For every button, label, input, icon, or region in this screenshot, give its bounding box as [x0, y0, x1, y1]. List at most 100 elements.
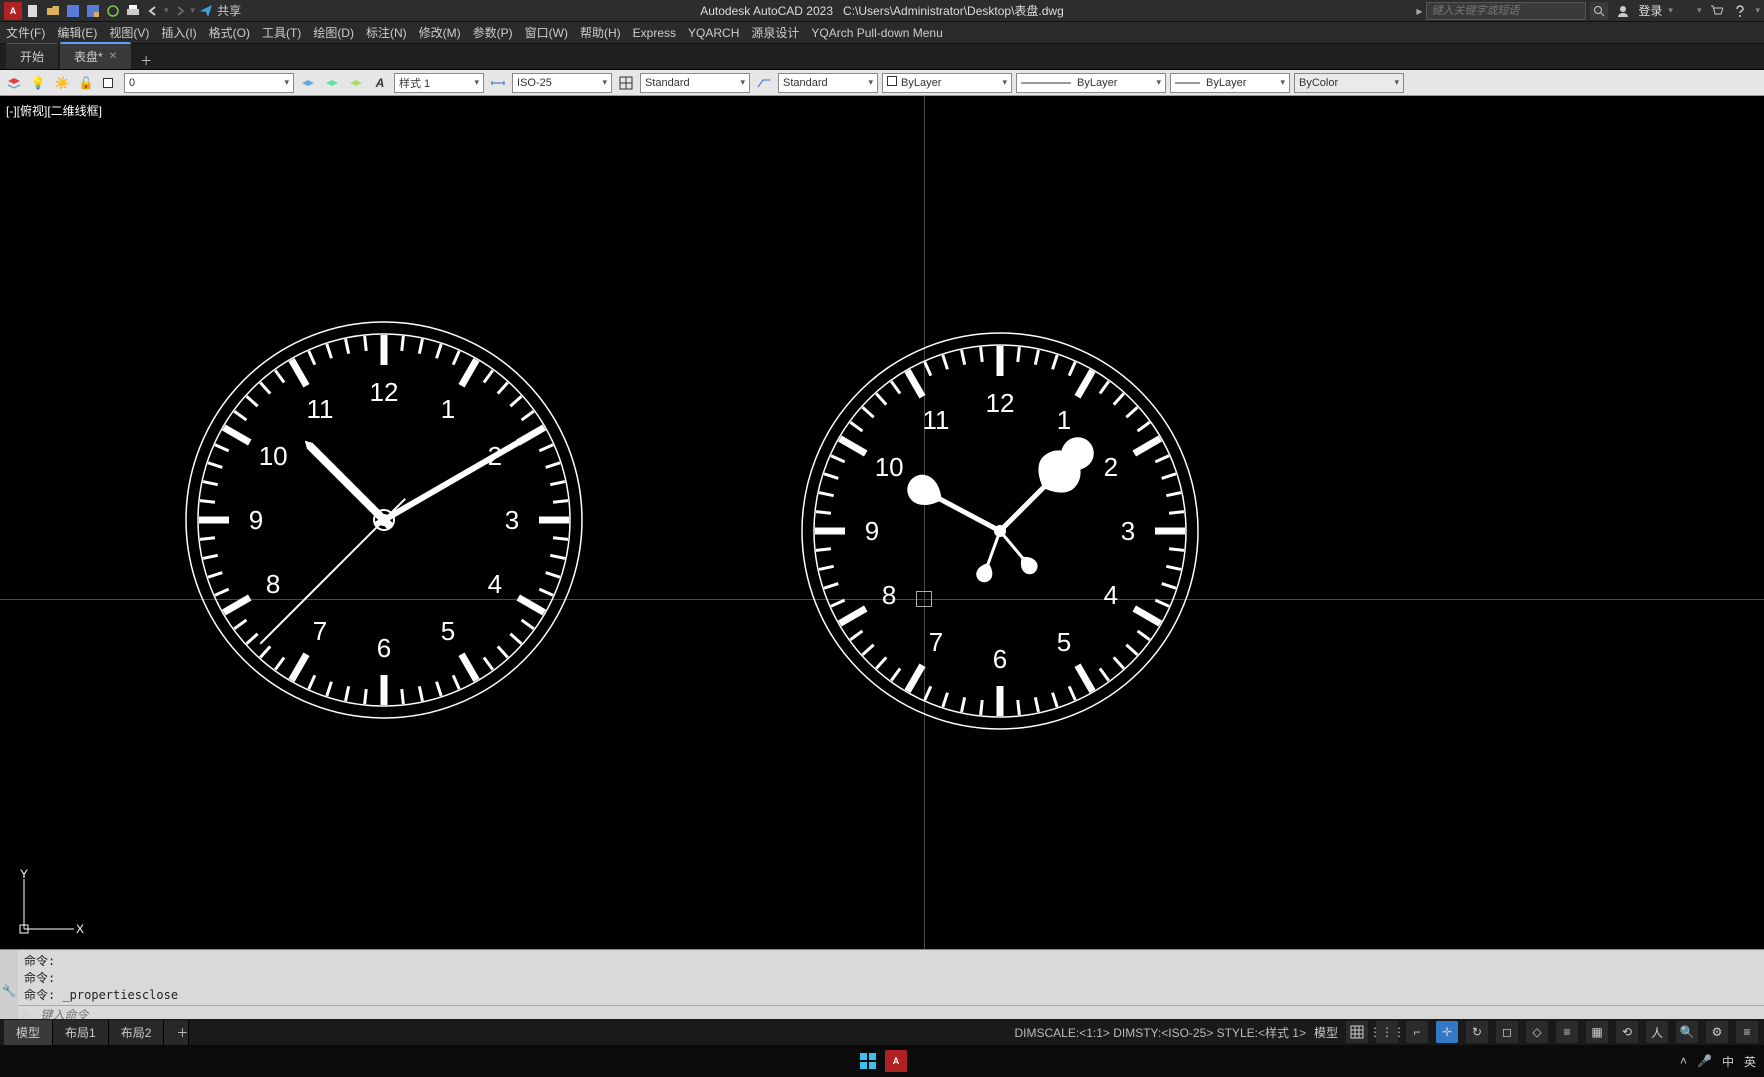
layout-tab-model[interactable]: 模型: [4, 1020, 53, 1045]
layer-manager-icon[interactable]: [4, 73, 24, 93]
plot-icon[interactable]: [124, 2, 142, 20]
infocenter-search[interactable]: ▸: [1416, 2, 1608, 20]
layer-combo[interactable]: 0▾: [124, 73, 294, 93]
workspace-icon[interactable]: ⚙: [1706, 1021, 1728, 1043]
cmd-close-icon[interactable]: ✕: [4, 968, 14, 982]
search-icon[interactable]: [1590, 2, 1608, 20]
share-label[interactable]: 共享: [217, 2, 241, 19]
redo-dropdown-icon[interactable]: ▾: [191, 5, 196, 16]
menu-tools[interactable]: 工具(T): [262, 24, 301, 41]
tray-chevron-icon[interactable]: ˄: [1680, 1054, 1687, 1068]
drawing-canvas[interactable]: [-][俯视][二维线框] 121234567891011 1212345678…: [0, 96, 1764, 949]
layer-color-icon[interactable]: [100, 73, 120, 93]
tab-current-doc[interactable]: 表盘*✕: [60, 42, 131, 69]
windows-taskbar: A ˄ 🎤 中 英: [0, 1045, 1764, 1077]
ime-mode[interactable]: 英: [1744, 1053, 1756, 1070]
isodraft-icon[interactable]: ↻: [1466, 1021, 1488, 1043]
menu-edit[interactable]: 编辑(E): [57, 24, 97, 41]
status-model-label[interactable]: 模型: [1314, 1024, 1338, 1041]
layer-state-icon[interactable]: [346, 73, 366, 93]
app-menu-dropdown-icon[interactable]: ▾: [1697, 5, 1702, 16]
user-icon[interactable]: [1614, 2, 1632, 20]
layer-lock-icon[interactable]: 🔓: [76, 73, 96, 93]
close-icon[interactable]: ✕: [109, 51, 117, 62]
menu-window[interactable]: 窗口(W): [525, 24, 568, 41]
font-icon[interactable]: A: [370, 73, 390, 93]
plotstyle-combo[interactable]: ByColor▾: [1294, 73, 1404, 93]
viewport-label[interactable]: [-][俯视][二维线框]: [6, 102, 102, 119]
lineweight-combo[interactable]: ByLayer▾: [1170, 73, 1290, 93]
textstyle-combo[interactable]: 样式 1▾: [394, 73, 484, 93]
open-icon[interactable]: [44, 2, 62, 20]
ortho-icon[interactable]: ⌐: [1406, 1021, 1428, 1043]
osnap-icon[interactable]: ◻: [1496, 1021, 1518, 1043]
menu-dim[interactable]: 标注(N): [366, 24, 407, 41]
redo-icon[interactable]: [171, 2, 189, 20]
tablestyle-combo[interactable]: Standard▾: [640, 73, 750, 93]
ime-lang[interactable]: 中: [1722, 1053, 1734, 1070]
layer-match-icon[interactable]: [298, 73, 318, 93]
add-layout-button[interactable]: ＋: [164, 1020, 189, 1045]
customize-icon[interactable]: ≡: [1736, 1021, 1758, 1043]
cmd-gutter: ⋮⋮ ✕ 🔧: [0, 950, 18, 1019]
svg-text:12: 12: [370, 377, 399, 407]
svg-text:11: 11: [307, 394, 334, 424]
saveas-icon[interactable]: [84, 2, 102, 20]
start-icon[interactable]: [857, 1050, 879, 1072]
dimstyle-combo[interactable]: ISO-25▾: [512, 73, 612, 93]
snap-icon[interactable]: ⋮⋮⋮: [1376, 1021, 1398, 1043]
layout-tab-1[interactable]: 布局1: [53, 1020, 109, 1045]
save-icon[interactable]: [64, 2, 82, 20]
cycling-icon[interactable]: ⟲: [1616, 1021, 1638, 1043]
annomon-icon[interactable]: 人: [1646, 1021, 1668, 1043]
command-history: 命令: 命令: 命令: _propertiesclose: [18, 950, 1764, 1005]
menu-insert[interactable]: 插入(I): [161, 24, 196, 41]
menu-param[interactable]: 参数(P): [473, 24, 513, 41]
menu-express[interactable]: Express: [633, 26, 676, 40]
menu-help[interactable]: 帮助(H): [580, 24, 621, 41]
menu-yqarch[interactable]: YQARCH: [688, 26, 739, 40]
layer-sun-icon[interactable]: ☀️: [52, 73, 72, 93]
undo-icon[interactable]: [144, 2, 162, 20]
login-button[interactable]: 登录: [1638, 2, 1662, 19]
taskbar-autocad-icon[interactable]: A: [885, 1050, 907, 1072]
polar-icon[interactable]: ✛: [1436, 1021, 1458, 1043]
svg-text:8: 8: [882, 580, 896, 610]
tablestyle-icon[interactable]: [616, 73, 636, 93]
add-tab-button[interactable]: ＋: [137, 51, 155, 69]
mleaderstyle-combo[interactable]: Standard▾: [778, 73, 878, 93]
tab-start[interactable]: 开始: [6, 43, 58, 69]
dimstyle-icon[interactable]: [488, 73, 508, 93]
menu-view[interactable]: 视图(V): [109, 24, 149, 41]
login-dropdown-icon[interactable]: ▾: [1668, 5, 1673, 16]
layer-prev-icon[interactable]: [322, 73, 342, 93]
cart-icon[interactable]: [1707, 2, 1725, 20]
menu-modify[interactable]: 修改(M): [419, 24, 461, 41]
layer-light-icon[interactable]: 💡: [28, 73, 48, 93]
transparency-icon[interactable]: ▦: [1586, 1021, 1608, 1043]
menu-file[interactable]: 文件(F): [6, 24, 45, 41]
web-icon[interactable]: [104, 2, 122, 20]
help-icon[interactable]: [1731, 2, 1749, 20]
help-dropdown-icon[interactable]: ▾: [1755, 5, 1760, 16]
search-input[interactable]: [1426, 2, 1586, 20]
layout-tab-2[interactable]: 布局2: [109, 1020, 165, 1045]
menu-draw[interactable]: 绘图(D): [313, 24, 354, 41]
new-icon[interactable]: [24, 2, 42, 20]
share-icon[interactable]: [197, 2, 215, 20]
linetype-combo[interactable]: ByLayer▾: [1016, 73, 1166, 93]
menu-yuanquan[interactable]: 源泉设计: [751, 24, 799, 41]
menu-format[interactable]: 格式(O): [209, 24, 250, 41]
color-combo[interactable]: ByLayer▾: [882, 73, 1012, 93]
mleader-icon[interactable]: [754, 73, 774, 93]
annoscale-icon[interactable]: 🔍: [1676, 1021, 1698, 1043]
menu-yqarch-pulldown[interactable]: YQArch Pull-down Menu: [811, 26, 942, 40]
title-bar-text: Autodesk AutoCAD 2023 C:\Users\Administr…: [700, 2, 1064, 19]
app-logo[interactable]: A: [4, 2, 22, 20]
lwt-icon[interactable]: ≡: [1556, 1021, 1578, 1043]
cmd-settings-icon[interactable]: 🔧: [2, 984, 17, 998]
grid-icon[interactable]: [1346, 1021, 1368, 1043]
mic-icon[interactable]: 🎤: [1697, 1054, 1712, 1068]
undo-dropdown-icon[interactable]: ▾: [164, 5, 169, 16]
3dosnap-icon[interactable]: ◇: [1526, 1021, 1548, 1043]
